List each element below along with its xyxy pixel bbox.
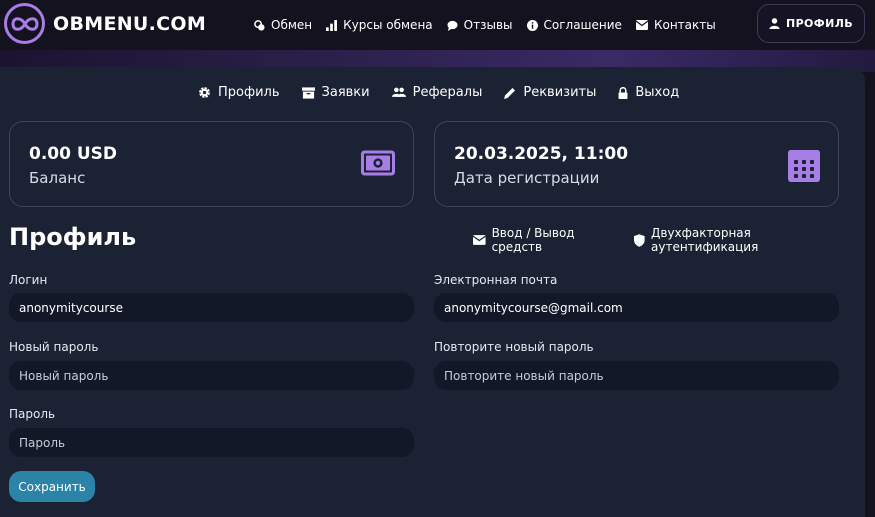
exchange-coins-icon [254,19,265,31]
profile-button[interactable]: ПРОФИЛЬ [757,4,865,43]
email-input[interactable] [434,293,839,322]
nav-agreement[interactable]: Соглашение [526,18,622,32]
nav-agreement-label: Соглашение [543,18,622,32]
envelope-icon [635,20,648,30]
header: OBMENU.COM Обмен Курсы обмена Отзывы Сог… [0,0,875,56]
nav-rates[interactable]: Курсы обмена [326,18,433,32]
page-title: Профиль [9,223,137,251]
registration-date-label: Дата регистрации [454,169,600,187]
login-input[interactable] [9,293,414,322]
nav-contacts[interactable]: Контакты [635,18,716,32]
logo-text: OBMENU.COM [53,12,207,35]
deposit-withdraw-label: Ввод / Вывод средств [491,226,575,254]
money-bill-icon [361,150,395,176]
profile-button-label: ПРОФИЛЬ [785,17,854,30]
subnav-requisites[interactable]: Реквизиты [504,85,596,100]
users-icon [391,87,406,97]
subnav-profile[interactable]: Профиль [198,85,280,100]
registration-date-value: 20.03.2025, 11:00 [454,144,629,164]
user-icon [769,18,780,29]
envelope-icon [473,235,486,245]
subnav-orders[interactable]: Заявки [301,85,370,100]
subnav-referrals-label: Рефералы [412,85,483,100]
profile-actions: Ввод / Вывод средств Двухфакторная аутен… [473,226,865,254]
logo-infinity-icon [4,3,45,44]
nav-exchange-label: Обмен [271,18,313,32]
new-password-label: Новый пароль [9,340,99,354]
subnav-profile-label: Профиль [218,85,280,100]
lock-icon [618,86,628,99]
nav-exchange[interactable]: Обмен [254,18,312,32]
pencil-icon [504,87,516,99]
nav-reviews-label: Отзывы [463,18,513,32]
repeat-password-label: Повторите новый пароль [434,340,594,354]
registration-card: 20.03.2025, 11:00 Дата регистрации [434,121,839,207]
email-label: Электронная почта [434,273,558,287]
account-subnav: Профиль Заявки Рефералы Реквизиты Выход [198,85,701,100]
two-factor-auth-label: Двухфакторная аутентификация [651,226,759,254]
deposit-withdraw-link[interactable]: Ввод / Вывод средств [473,226,624,254]
chat-bubble-icon [447,20,458,31]
profile-card: Профиль Заявки Рефералы Реквизиты Выход … [0,67,865,517]
repeat-password-input[interactable] [434,361,839,390]
calendar-icon [788,150,820,182]
gear-icon [199,87,210,98]
balance-label: Баланс [29,169,86,187]
bar-chart-icon [326,19,338,31]
subnav-referrals[interactable]: Рефералы [391,85,483,100]
balance-card: 0.00 USD Баланс [9,121,414,207]
save-button[interactable]: Сохранить [9,471,95,502]
subnav-orders-label: Заявки [321,85,370,100]
archive-box-icon [301,86,315,99]
subnav-logout-label: Выход [635,85,680,100]
password-label: Пароль [9,407,56,421]
balance-value: 0.00 USD [29,144,118,164]
nav-contacts-label: Контакты [653,18,716,32]
new-password-input[interactable] [9,361,414,390]
top-navigation: Обмен Курсы обмена Отзывы Соглашение Кон… [254,18,730,32]
nav-reviews[interactable]: Отзывы [447,18,513,32]
two-factor-auth-link[interactable]: Двухфакторная аутентификация [634,226,855,254]
login-label: Логин [9,273,48,287]
subnav-logout[interactable]: Выход [618,85,679,100]
shield-icon [634,233,645,247]
subnav-requisites-label: Реквизиты [523,85,597,100]
password-input[interactable] [9,428,414,457]
info-circle-icon [526,19,538,31]
nav-rates-label: Курсы обмена [343,18,433,32]
logo[interactable]: OBMENU.COM [4,3,206,44]
